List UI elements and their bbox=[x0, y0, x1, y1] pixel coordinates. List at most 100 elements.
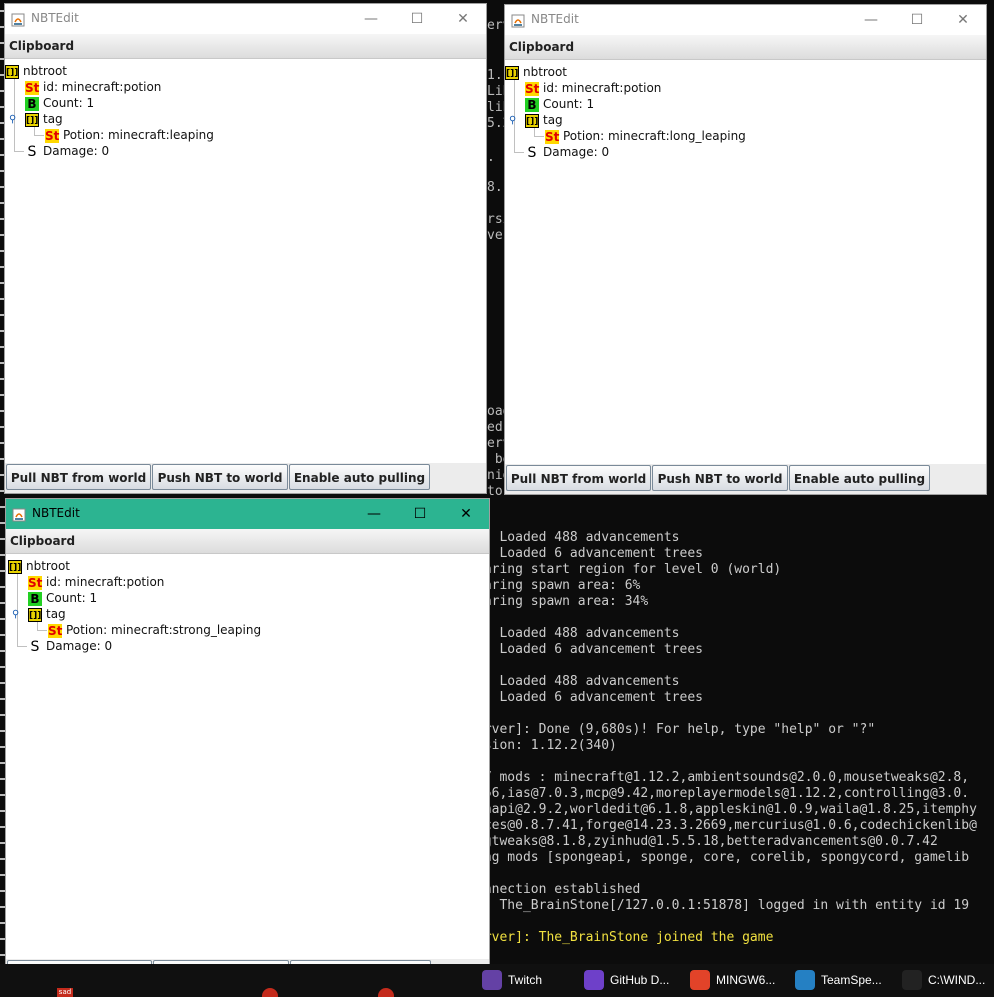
tree-node-root[interactable]: []] nbtroot bbox=[505, 64, 567, 80]
cmd-icon bbox=[902, 970, 922, 990]
taskbar-pinned-icon-a[interactable] bbox=[262, 988, 278, 997]
string-tag-icon: St bbox=[45, 128, 60, 143]
window-titlebar[interactable]: NBTEdit — ☐ ✕ bbox=[505, 5, 986, 35]
tree-node-tag[interactable]: []] tag bbox=[25, 111, 63, 127]
taskbar-item[interactable]: TeamSpe... bbox=[793, 964, 893, 997]
tree-node-damage[interactable]: S Damage: 0 bbox=[525, 144, 610, 160]
taskbar-item[interactable]: GitHub D... bbox=[582, 964, 682, 997]
close-icon[interactable]: ✕ bbox=[940, 5, 986, 35]
tree-node-count[interactable]: B Count: 1 bbox=[25, 95, 94, 111]
minimize-icon[interactable]: — bbox=[848, 5, 894, 35]
auto-pull-button[interactable]: Enable auto pulling bbox=[789, 465, 930, 491]
java-icon bbox=[12, 507, 26, 522]
tag-toggle-icon[interactable]: ⚲ bbox=[12, 609, 19, 620]
menu-bar: Clipboard bbox=[505, 35, 986, 59]
tree-node-label: nbtroot bbox=[26, 559, 70, 573]
tree-node-root[interactable]: []] nbtroot bbox=[5, 63, 67, 79]
tree-node-label: tag bbox=[543, 113, 563, 127]
tree-node-label: Potion: minecraft:leaping bbox=[63, 128, 214, 142]
console-fragment: . bbox=[487, 150, 495, 165]
console-fragment: to bbox=[487, 484, 503, 499]
console-line: ]: Loaded 488 advancements bbox=[476, 626, 680, 641]
push-nbt-button[interactable]: Push NBT to world bbox=[652, 465, 788, 491]
nbtedit-window[interactable]: NBTEdit — ☐ ✕ Clipboard ⚲ []] nbtroot St id: mine… bbox=[5, 498, 490, 990]
console-line: onnection established bbox=[476, 882, 641, 897]
tree-node-potion[interactable]: St Potion: minecraft:strong_leaping bbox=[48, 622, 261, 638]
nbt-tree[interactable]: ⚲ []] nbtroot St id: minecraft:potion B Count:… bbox=[5, 58, 486, 463]
tree-line bbox=[534, 136, 544, 137]
console-line: ]: Loaded 488 advancements bbox=[476, 530, 680, 545]
compound-tag-icon: []] bbox=[25, 112, 39, 127]
tree-node-root[interactable]: []] nbtroot bbox=[8, 558, 70, 574]
maximize-icon[interactable]: ☐ bbox=[397, 499, 443, 529]
console-fragment: ed bbox=[487, 420, 503, 435]
tree-node-label: tag bbox=[43, 112, 63, 126]
string-tag-icon: St bbox=[525, 81, 540, 96]
compound-tag-icon: []] bbox=[8, 559, 22, 574]
auto-pull-button[interactable]: Enable auto pulling bbox=[289, 464, 430, 490]
pull-nbt-button[interactable]: Pull NBT from world bbox=[6, 464, 151, 490]
tree-node-damage[interactable]: S Damage: 0 bbox=[28, 638, 113, 655]
tree-node-tag[interactable]: []] tag bbox=[28, 606, 66, 622]
byte-tag-icon: B bbox=[525, 97, 539, 112]
maximize-icon[interactable]: ☐ bbox=[894, 5, 940, 35]
tree-node-id[interactable]: St id: minecraft:potion bbox=[28, 574, 164, 590]
close-icon[interactable]: ✕ bbox=[443, 499, 489, 529]
tree-node-label: nbtroot bbox=[23, 64, 67, 78]
console-line: paring spawn area: 6% bbox=[476, 578, 641, 593]
menu-clipboard[interactable]: Clipboard bbox=[10, 534, 75, 548]
menu-clipboard[interactable]: Clipboard bbox=[9, 39, 74, 53]
console-line: ing mods [spongeapi, sponge, core, corel… bbox=[476, 850, 970, 865]
java-icon bbox=[511, 13, 525, 28]
console-line: ]: Loaded 6 advancement trees bbox=[476, 642, 703, 657]
short-tag-icon: S bbox=[30, 638, 40, 655]
nbtedit-window[interactable]: NBTEdit — ☐ ✕ Clipboard ⚲ []] nbtroot St id: mine… bbox=[504, 4, 987, 495]
tree-node-count[interactable]: B Count: 1 bbox=[28, 590, 97, 606]
console-line: paring start region for level 0 (world) bbox=[476, 562, 782, 577]
tree-node-label: nbtroot bbox=[523, 65, 567, 79]
compound-tag-icon: []] bbox=[28, 607, 42, 622]
nbt-tree[interactable]: ⚲ []] nbtroot St id: minecraft:potion B Count:… bbox=[505, 59, 986, 464]
tag-toggle-icon[interactable]: ⚲ bbox=[9, 114, 16, 125]
tree-node-id[interactable]: St id: minecraft:potion bbox=[525, 80, 661, 96]
nbtedit-window[interactable]: NBTEdit — ☐ ✕ Clipboard ⚲ []] nbtroot St id: mine… bbox=[4, 3, 487, 494]
taskbar-item-label: Twitch bbox=[508, 973, 543, 987]
console-line: ngtweaks@8.1.8,zyinhud@1.5.5.18,betterad… bbox=[476, 834, 938, 849]
maximize-icon[interactable]: ☐ bbox=[394, 4, 440, 34]
console-line: 37 mods : minecraft@1.12.2,ambientsounds… bbox=[476, 770, 970, 785]
button-bar: Pull NBT from worldPush NBT to worldEnab… bbox=[505, 464, 986, 494]
console-line: paring spawn area: 34% bbox=[476, 594, 649, 609]
nbt-tree[interactable]: ⚲ []] nbtroot St id: minecraft:potion B Count:… bbox=[6, 553, 489, 959]
taskbar-item[interactable]: MINGW6... bbox=[688, 964, 788, 997]
byte-tag-icon: B bbox=[25, 96, 39, 111]
java-icon bbox=[11, 12, 25, 27]
minimize-icon[interactable]: — bbox=[351, 499, 397, 529]
tree-node-label: Count: 1 bbox=[543, 97, 595, 111]
tree-node-potion[interactable]: St Potion: minecraft:long_leaping bbox=[545, 128, 746, 144]
tree-node-label: Potion: minecraft:strong_leaping bbox=[66, 623, 262, 637]
taskbar-item[interactable]: C:\WIND... bbox=[900, 964, 994, 997]
tree-node-label: Count: 1 bbox=[43, 96, 95, 110]
tree-node-tag[interactable]: []] tag bbox=[525, 112, 563, 128]
tree-line bbox=[17, 646, 27, 647]
console-line: erver]: Done (9,680s)! For help, type "h… bbox=[476, 722, 876, 737]
tree-node-count[interactable]: B Count: 1 bbox=[525, 96, 594, 112]
menu-bar: Clipboard bbox=[5, 34, 486, 58]
tag-toggle-icon[interactable]: ⚲ bbox=[509, 115, 516, 126]
taskbar-pinned-icon-b[interactable] bbox=[378, 988, 394, 997]
close-icon[interactable]: ✕ bbox=[440, 4, 486, 34]
tree-node-label: Count: 1 bbox=[46, 591, 98, 605]
taskbar-item-label: TeamSpe... bbox=[821, 973, 882, 987]
window-titlebar[interactable]: NBTEdit — ☐ ✕ bbox=[6, 499, 489, 529]
console-line: ]: The_BrainStone[/127.0.0.1:51878] logg… bbox=[476, 898, 970, 913]
pull-nbt-button[interactable]: Pull NBT from world bbox=[506, 465, 651, 491]
minimize-icon[interactable]: — bbox=[348, 4, 394, 34]
window-titlebar[interactable]: NBTEdit — ☐ ✕ bbox=[5, 4, 486, 34]
taskbar-item[interactable]: Twitch bbox=[480, 964, 580, 997]
tree-node-damage[interactable]: S Damage: 0 bbox=[25, 143, 110, 159]
compound-tag-icon: []] bbox=[5, 64, 19, 79]
push-nbt-button[interactable]: Push NBT to world bbox=[152, 464, 288, 490]
menu-clipboard[interactable]: Clipboard bbox=[509, 40, 574, 54]
tree-node-potion[interactable]: St Potion: minecraft:leaping bbox=[45, 127, 214, 143]
tree-node-id[interactable]: St id: minecraft:potion bbox=[25, 79, 161, 95]
